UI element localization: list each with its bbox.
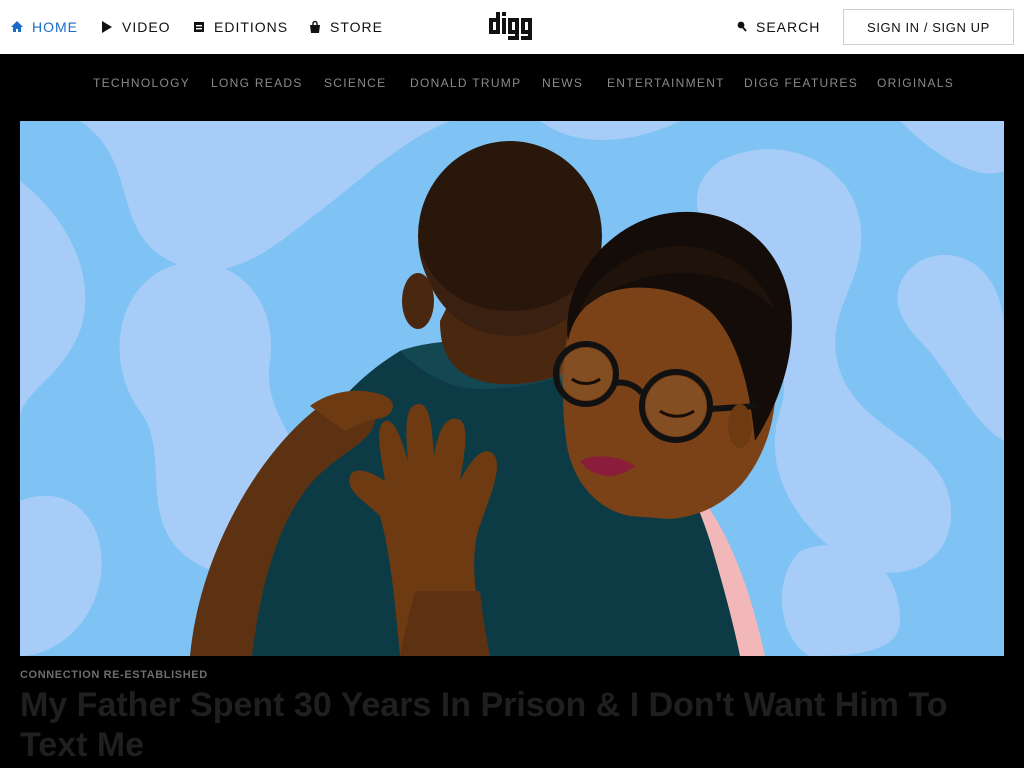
article-kicker: CONNECTION RE-ESTABLISHED [20,669,208,681]
category-digg-features[interactable]: DIGG FEATURES [744,76,858,90]
hug-illustration [20,121,1004,656]
category-entertainment[interactable]: ENTERTAINMENT [607,76,725,90]
nav-store[interactable]: STORE [308,18,383,36]
nav-home[interactable]: HOME [10,18,78,36]
digg-logo-mark [489,12,532,40]
editions-icon [192,20,206,34]
category-news[interactable]: NEWS [542,76,583,90]
category-donald-trump[interactable]: DONALD TRUMP [410,76,521,90]
digg-logo[interactable] [489,12,537,42]
feature-hero-image[interactable] [20,121,1004,656]
sign-in-sign-up-button[interactable]: SIGN IN / SIGN UP [843,9,1014,45]
nav-video[interactable]: VIDEO [100,18,171,36]
article-headline[interactable]: My Father Spent 30 Years In Prison & I D… [20,685,1000,765]
home-icon [10,20,24,34]
play-icon [100,20,114,34]
category-originals[interactable]: ORIGINALS [877,76,954,90]
nav-store-label: STORE [330,19,383,35]
search-label: SEARCH [756,19,821,35]
nav-editions-label: EDITIONS [214,19,289,35]
shopping-bag-icon [308,20,322,34]
nav-editions[interactable]: EDITIONS [192,18,288,36]
search-icon [736,20,748,34]
category-nav: TECHNOLOGY LONG READS SCIENCE DONALD TRU… [0,54,1024,113]
category-science[interactable]: SCIENCE [324,76,386,90]
nav-video-label: VIDEO [122,19,171,35]
nav-home-label: HOME [32,19,78,35]
category-long-reads[interactable]: LONG READS [211,76,303,90]
site-header: HOME VIDEO EDITIONS STORE SEARCH SIGN IN… [0,0,1024,54]
category-technology[interactable]: TECHNOLOGY [93,76,190,90]
search-button[interactable]: SEARCH [736,18,820,36]
